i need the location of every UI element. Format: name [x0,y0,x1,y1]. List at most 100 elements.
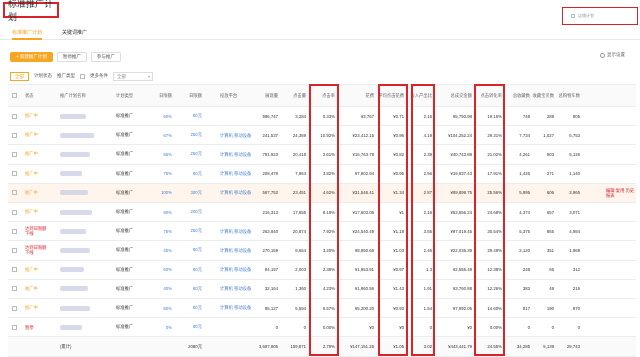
table-row[interactable]: 推广中 标准推广 100% 300元 计算机 移动设备 567,752 23,451 4.62… [8,183,636,203]
column-header-cpc[interactable]: 平均点击花费 [378,85,404,106]
cell-budget-value[interactable]: 250元 [191,228,202,234]
cell-name[interactable] [60,107,110,125]
cell-name[interactable] [60,165,110,183]
cell-pct-value[interactable]: 0% [166,325,172,330]
cell-pct-value[interactable]: 75% [163,171,172,176]
cell-name[interactable] [60,241,110,259]
filter-plan-status[interactable]: 计划状态 [34,73,52,79]
platform-link[interactable]: 计算机 移动设备 [220,152,254,158]
platform-link[interactable]: 计算机 移动设备 [220,171,254,177]
checkbox-icon[interactable] [80,73,85,79]
cell-chk[interactable] [12,280,20,298]
cell-pct-value[interactable]: 45% [163,248,172,253]
column-header-clicks[interactable]: 点击量 [282,85,306,106]
cell-budget-value[interactable]: 300元 [191,190,202,196]
row-checkbox[interactable] [12,267,17,273]
platform-link[interactable]: 计算机 移动设备 [220,286,254,292]
table-row[interactable]: 推广中 标准推广 67% 250元 计算机 移动设备 241,537 24,369 10.92… [8,126,636,146]
cell-name[interactable] [60,280,110,298]
column-header-type[interactable]: 计划类型 [116,85,142,106]
cell-name[interactable] [60,145,110,163]
row-checkbox[interactable] [12,132,17,138]
cell-chk[interactable] [12,184,20,202]
row-checkbox[interactable] [12,247,17,253]
filter-all[interactable]: 全部 [10,71,29,81]
table-row[interactable]: 达到日限额 下线 标准推广 75% 250元 计算机 移动设备 263,840 20,874… [8,222,636,242]
cell-pct-value[interactable]: 40% [163,286,172,291]
cell-budget-value[interactable]: 250元 [191,151,202,157]
platform-link[interactable]: 计算机 移动设备 [220,267,254,273]
cell-budget-value[interactable]: 80元 [193,113,202,119]
pause-button[interactable]: 暂停推广 [56,52,87,62]
column-header-budget[interactable]: 日限额 [178,85,202,106]
cell-name[interactable] [60,222,110,240]
shop-selector[interactable]: 店铺计划 [562,7,638,25]
column-header-platform[interactable]: 投放平台 [220,85,254,106]
cell-budget-value[interactable]: 200元 [191,209,202,215]
row-checkbox[interactable] [12,286,17,292]
row-actions[interactable]: 编辑 复用 历史报表 [606,188,636,198]
column-header-cart[interactable]: 总购物车数 [559,85,580,106]
plan-name-redacted[interactable] [60,247,90,253]
plan-name-redacted[interactable] [60,190,88,196]
table-row[interactable]: 推广中 标准推广 90% 200元 216,313 17,655 8.18% ¥17,603.… [8,203,636,223]
cell-pct-value[interactable]: 90% [163,210,172,215]
cell-chk[interactable] [12,126,20,144]
filter-select[interactable]: 全部 [113,71,153,81]
cell-chk[interactable] [12,241,20,259]
row-checkbox[interactable] [12,171,17,177]
plan-name-redacted[interactable] [60,286,88,292]
plan-name-redacted[interactable] [60,171,82,177]
cell-budget-value[interactable]: 80元 [193,286,202,292]
table-row[interactable]: 推广中 标准推广 60% 80元 计算机 移动设备 84,157 2,003 2.38% ¥1,… [8,261,636,280]
cell-pct-value[interactable]: 60% [163,114,172,119]
column-header-pct[interactable]: 日限额 [148,85,172,106]
cell-chk[interactable] [12,145,20,163]
cell-chk[interactable] [12,203,20,221]
filter-plan-type[interactable]: 推广类型 [57,73,75,79]
table-row[interactable]: 推广中 标准推广 55% 250元 计算机 移动设备 791,923 20,418 2.61%… [8,145,636,165]
table-row[interactable]: 推广中 标准推广 60% 80元 996,747 3,284 0.33% ¥3,767 ¥0.7… [8,107,636,127]
table-row[interactable]: 暂停 标准推广 0% 80元 0 0 0.00% ¥0 ¥0 0 ¥0 0.00% 0 0 0 [8,318,636,338]
cell-chk[interactable] [12,222,20,240]
cell-name[interactable] [60,126,110,144]
cell-budget-value[interactable]: 80元 [193,305,202,311]
table-row[interactable]: 达到日限额 下线 标准推广 45% 80元 计算机 移动设备 270,159 8,654 3.… [8,241,636,261]
cell-budget-value[interactable]: 250元 [191,132,202,138]
column-header-fav[interactable]: 总收藏数 [508,85,530,106]
plan-name-redacted[interactable] [60,305,90,311]
platform-link[interactable]: 计算机 移动设备 [220,305,254,311]
platform-link[interactable]: 计算机 移动设备 [220,229,254,235]
display-settings[interactable]: 显示设置 [600,52,625,58]
row-checkbox[interactable] [12,228,17,234]
cell-budget-value[interactable]: 80元 [193,247,202,253]
cell-pct-value[interactable]: 50% [163,306,172,311]
cell-name[interactable] [60,203,110,221]
row-checkbox[interactable] [12,151,17,157]
cell-budget-value[interactable]: 80元 [193,171,202,177]
cell-name[interactable] [60,299,110,317]
column-header-status[interactable]: 状态 [25,85,53,106]
column-header-fav-item[interactable]: 收藏宝贝数 [533,85,554,106]
cell-pct-value[interactable]: 100% [161,190,172,195]
table-row[interactable]: 推广中 标准推广 75% 80元 计算机 移动设备 208,479 7,964 3.82% ¥7… [8,165,636,184]
cell-budget-value[interactable]: 80元 [193,267,202,273]
cell-chk[interactable] [12,165,20,183]
plan-name-redacted[interactable] [60,132,94,138]
row-checkbox[interactable] [12,305,17,311]
cell-pct-value[interactable]: 55% [163,152,172,157]
resume-button[interactable]: 参与推广 [90,52,121,62]
column-header-ctr[interactable]: 点击率 [311,85,335,106]
plan-name-redacted[interactable] [60,267,84,273]
column-header-roi[interactable]: 投入产出比 [411,85,432,106]
column-header-impr[interactable]: 展现量 [254,85,278,106]
column-header-cvr[interactable]: 点击转化率 [476,85,502,106]
cell-chk[interactable] [12,318,20,336]
plan-name-redacted[interactable] [60,324,82,330]
cell-chk[interactable] [12,261,20,279]
tab-keyword[interactable]: 关键词推广 [62,29,87,36]
row-checkbox[interactable] [12,113,17,119]
platform-link[interactable]: 计算机 移动设备 [220,248,254,254]
cell-pct-value[interactable]: 60% [163,267,172,272]
table-row[interactable]: 推广中 标准推广 50% 80元 计算机 移动设备 85,127 5,594 6.57% ¥5,… [8,299,636,319]
